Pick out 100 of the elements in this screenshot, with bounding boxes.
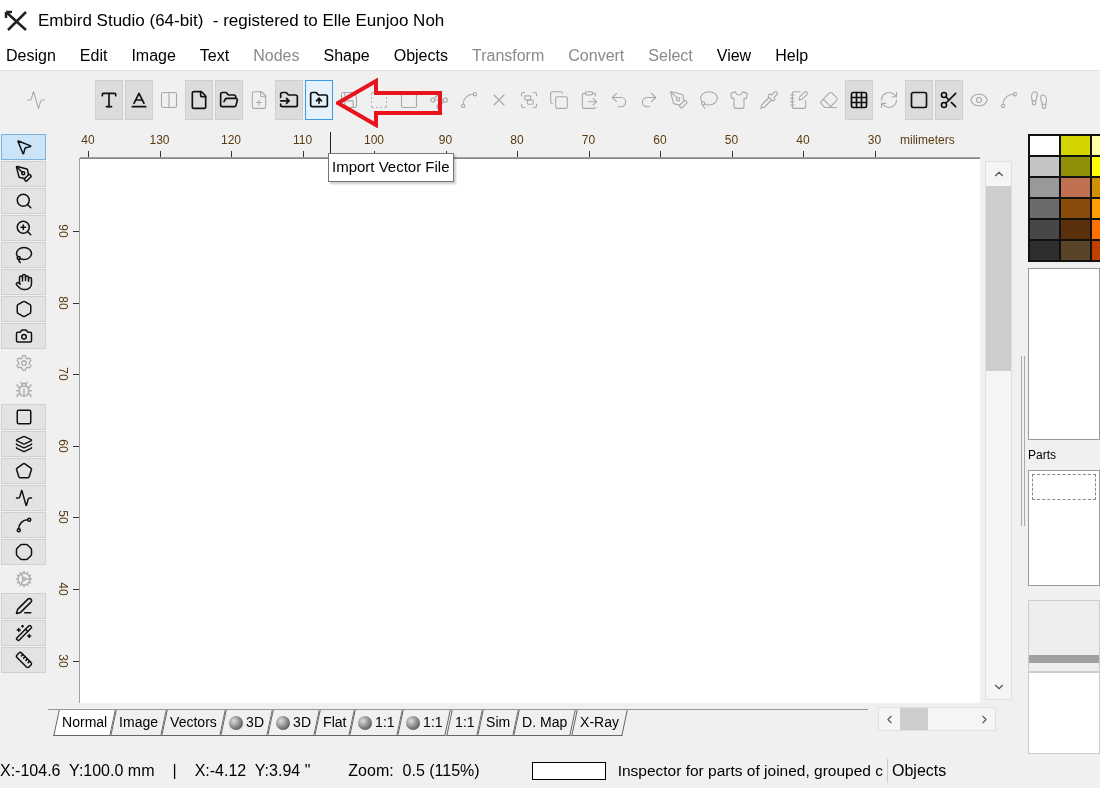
- tool-button[interactable]: [1, 269, 46, 295]
- menu-item[interactable]: Text: [199, 44, 230, 68]
- copy-icon: [549, 89, 569, 110]
- tool-button[interactable]: [1, 485, 46, 511]
- color-swatch[interactable]: [1030, 241, 1059, 260]
- window-title: Embird Studio (64-bit) - registered to Elle Eunjoo Noh: [38, 10, 445, 33]
- color-swatch[interactable]: [1061, 220, 1090, 239]
- color-swatch[interactable]: [1030, 157, 1059, 176]
- view-tab[interactable]: Vectors: [161, 710, 226, 736]
- hand-icon: [14, 273, 33, 291]
- tool-button[interactable]: [1, 593, 46, 619]
- menu-item[interactable]: Image: [131, 44, 176, 68]
- pen-icon: [14, 165, 33, 183]
- tool-button[interactable]: [1, 512, 46, 538]
- tool-button[interactable]: [1, 404, 46, 430]
- toolbar-button[interactable]: [845, 79, 873, 120]
- menu-item[interactable]: Objects: [393, 44, 448, 68]
- color-swatch[interactable]: [1061, 199, 1090, 218]
- menu-item[interactable]: Design: [6, 44, 56, 68]
- tool-button[interactable]: [1, 215, 46, 241]
- color-swatch[interactable]: [1061, 157, 1090, 176]
- color-swatch[interactable]: [1061, 178, 1090, 197]
- parts-list[interactable]: [1028, 470, 1100, 586]
- zigzag-icon: [14, 489, 33, 507]
- shirt-icon: [729, 89, 749, 110]
- status-message: Inspector for parts of joined, grouped c: [617, 761, 883, 782]
- tool-button[interactable]: [1, 620, 46, 646]
- toolbar-button[interactable]: [125, 79, 153, 120]
- color-swatch[interactable]: [1030, 178, 1059, 197]
- ruler-label: 60: [54, 439, 71, 453]
- color-swatch[interactable]: [1030, 136, 1059, 155]
- view-tab[interactable]: D. Map: [513, 710, 577, 736]
- layers-icon: [14, 435, 33, 453]
- app-logo-icon: [4, 10, 30, 32]
- tool-button[interactable]: [1, 242, 46, 268]
- settings-icon: [14, 570, 33, 588]
- ruler-icon: [14, 651, 33, 669]
- ruler-label: 130: [149, 132, 170, 149]
- toolbar-button[interactable]: [215, 79, 243, 120]
- ruler-label: 80: [510, 132, 524, 149]
- view-tab[interactable]: 1:1: [397, 710, 452, 736]
- save-icon: [339, 89, 359, 110]
- color-swatch[interactable]: [1030, 220, 1059, 239]
- view-tab[interactable]: 1:1: [349, 710, 404, 736]
- parts-list-item[interactable]: [1032, 474, 1096, 500]
- ruler-label: 30: [54, 653, 71, 668]
- view-tab[interactable]: 1:1: [446, 710, 484, 736]
- pen-icon: [669, 89, 689, 110]
- view-tab[interactable]: 3D: [266, 710, 320, 736]
- import-vector-button[interactable]: [305, 79, 333, 120]
- toolbar-button[interactable]: [185, 79, 213, 120]
- toolbar-button[interactable]: [935, 79, 963, 120]
- ruler-label: 90: [54, 224, 71, 238]
- tool-button[interactable]: [1, 431, 46, 457]
- menu-item[interactable]: View: [716, 44, 752, 68]
- tooltip: Import Vector File: [328, 153, 454, 182]
- ruler-label: 70: [54, 367, 71, 381]
- tool-button[interactable]: [1, 134, 46, 160]
- camera-icon: [14, 327, 33, 345]
- horizontal-scrollbar[interactable]: [878, 707, 996, 731]
- menu-item[interactable]: Shape: [323, 44, 370, 68]
- tool-button[interactable]: [1, 458, 46, 484]
- coordinates-inches: X:-4.12 Y:3.94 ": [194, 761, 311, 781]
- toolbar-button[interactable]: [275, 79, 303, 120]
- color-swatch[interactable]: [1061, 136, 1090, 155]
- color-swatch[interactable]: [1061, 241, 1090, 260]
- toolbar-button[interactable]: [905, 79, 933, 120]
- toolbar-button[interactable]: [95, 79, 123, 120]
- scrollbar-thumb[interactable]: [986, 186, 1011, 371]
- view-tab[interactable]: Sim: [477, 710, 520, 736]
- wand-icon: [14, 624, 33, 642]
- vertical-scrollbar[interactable]: [985, 161, 1012, 700]
- folder-icon: [309, 89, 329, 110]
- ruler-label: 90: [438, 132, 453, 149]
- view-tab[interactable]: 3D: [220, 710, 273, 736]
- tool-button[interactable]: [1, 188, 46, 214]
- scrollbar-thumb[interactable]: [900, 708, 928, 730]
- search-icon: [14, 192, 33, 210]
- tool-button[interactable]: [1, 647, 46, 673]
- menu-item[interactable]: Edit: [79, 44, 108, 68]
- tool-button[interactable]: [1, 161, 46, 187]
- view-tab[interactable]: Image: [110, 710, 167, 736]
- curve-icon: [459, 89, 479, 110]
- tool-button[interactable]: [1, 323, 46, 349]
- settings-icon: [14, 354, 33, 372]
- lasso-icon: [699, 89, 719, 110]
- view-tab[interactable]: Normal: [53, 710, 116, 736]
- drawing-canvas[interactable]: [80, 158, 980, 703]
- curve-icon: [999, 89, 1019, 110]
- objects-status: Objects: [887, 759, 947, 783]
- ruler-label: 40: [796, 132, 810, 149]
- ruler-label: 40: [54, 582, 71, 596]
- bug-icon: [14, 381, 33, 399]
- tool-button[interactable]: [1, 539, 46, 565]
- color-swatch[interactable]: [1030, 199, 1059, 218]
- square-icon: [909, 89, 929, 110]
- menu-item[interactable]: Help: [775, 44, 809, 68]
- tool-button[interactable]: [1, 296, 46, 322]
- view-tab[interactable]: X-Ray: [570, 710, 628, 736]
- ruler-label: 70: [581, 132, 596, 149]
